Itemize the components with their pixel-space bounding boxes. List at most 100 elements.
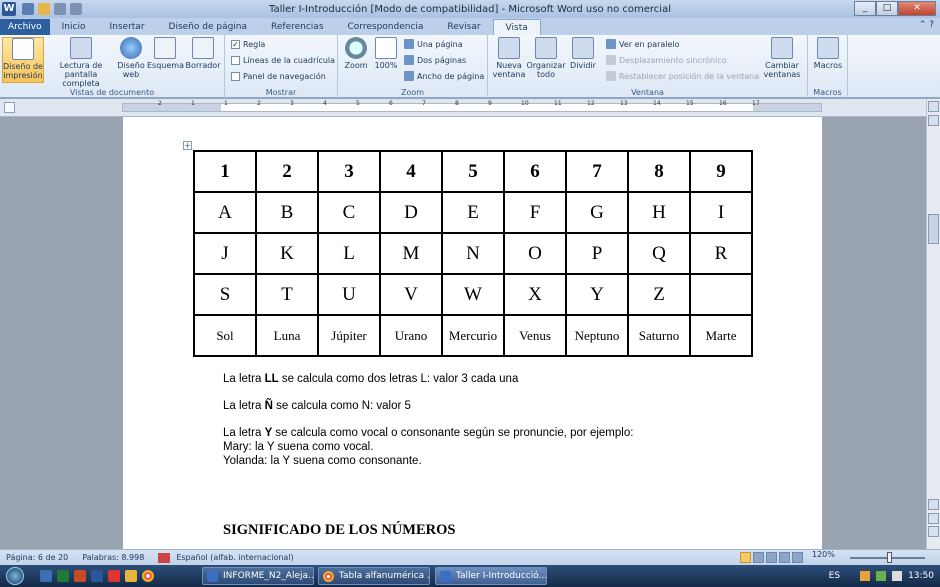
powerpoint-icon[interactable] — [74, 570, 86, 582]
undo-icon[interactable] — [54, 3, 66, 15]
paragraph-n[interactable]: La letra Ñ se calcula como N: valor 5 — [223, 400, 411, 413]
vertical-scrollbar[interactable] — [926, 99, 940, 549]
table-cell[interactable]: V — [379, 273, 443, 316]
table-cell[interactable]: K — [255, 232, 319, 275]
sync-scroll-button[interactable]: Desplazamiento sincrónico — [606, 55, 727, 65]
save-icon[interactable] — [22, 3, 34, 15]
table-cell[interactable]: D — [379, 191, 443, 234]
table-cell[interactable]: P — [565, 232, 629, 275]
arrange-all-button[interactable]: Organizar todo — [526, 37, 566, 79]
table-cell[interactable]: T — [255, 273, 319, 316]
tab-insertar[interactable]: Insertar — [97, 19, 156, 35]
tab-selector-icon[interactable] — [4, 102, 15, 113]
redo-icon[interactable] — [70, 3, 82, 15]
table-cell[interactable]: Marte — [689, 314, 753, 357]
table-cell[interactable]: W — [441, 273, 505, 316]
start-button[interactable] — [0, 565, 30, 587]
taskbar-item-informe[interactable]: INFORME_N2_Aleja... — [202, 567, 314, 585]
draft-view-icon[interactable] — [792, 552, 803, 563]
side-by-side-button[interactable]: Ver en paralelo — [606, 39, 680, 49]
tab-correspondencia[interactable]: Correspondencia — [336, 19, 436, 35]
open-icon[interactable] — [38, 3, 50, 15]
table-cell[interactable]: F — [503, 191, 567, 234]
table-cell[interactable]: Saturno — [627, 314, 691, 357]
macros-button[interactable]: Macros — [812, 37, 844, 70]
web-layout-button[interactable]: Diseño web — [116, 37, 146, 79]
table-cell[interactable]: X — [503, 273, 567, 316]
switch-windows-button[interactable]: Cambiar ventanas — [760, 37, 804, 79]
paragraph-yolanda[interactable]: Yolanda: la Y suena como consonante. — [223, 455, 422, 468]
folder-icon[interactable] — [125, 570, 137, 582]
table-cell[interactable]: R — [689, 232, 753, 275]
scroll-down-icon[interactable] — [928, 499, 939, 510]
table-cell[interactable]: 4 — [379, 150, 443, 193]
table-cell[interactable]: Neptuno — [565, 314, 629, 357]
nav-pane-checkbox[interactable]: Panel de navegación — [231, 72, 326, 81]
full-screen-reading-button[interactable]: Lectura de pantalla completa — [46, 37, 116, 88]
print-layout-button[interactable]: Diseño de impresión — [2, 37, 44, 83]
tab-inicio[interactable]: Inicio — [50, 19, 98, 35]
table-cell[interactable]: 2 — [255, 150, 319, 193]
scroll-up-icon[interactable] — [928, 115, 939, 126]
table-cell[interactable]: G — [565, 191, 629, 234]
table-cell[interactable]: Urano — [379, 314, 443, 357]
one-page-button[interactable]: Una página — [404, 39, 463, 49]
table-cell[interactable]: Y — [565, 273, 629, 316]
table-cell[interactable]: U — [317, 273, 381, 316]
zoom-level[interactable]: 120% — [812, 550, 835, 559]
maximize-button[interactable]: □ — [876, 1, 898, 16]
taskbar-item-taller[interactable]: Taller I-Introducció... — [435, 567, 547, 585]
tray-icon[interactable] — [860, 571, 871, 581]
table-cell[interactable]: L — [317, 232, 381, 275]
two-pages-button[interactable]: Dos páginas — [404, 55, 466, 65]
table-cell[interactable]: Q — [627, 232, 691, 275]
help-icon[interactable]: ⌃ ? — [919, 20, 934, 30]
paragraph-y[interactable]: La letra Y se calcula como vocal o conso… — [223, 427, 633, 440]
table-cell[interactable]: O — [503, 232, 567, 275]
table-cell[interactable]: 8 — [627, 150, 691, 193]
tab-vista[interactable]: Vista — [492, 19, 541, 35]
table-cell[interactable]: 3 — [317, 150, 381, 193]
table-cell[interactable]: M — [379, 232, 443, 275]
table-cell[interactable]: Júpiter — [317, 314, 381, 357]
scroll-thumb[interactable] — [928, 214, 939, 244]
table-cell[interactable]: 6 — [503, 150, 567, 193]
reset-position-button[interactable]: Restablecer posición de la ventana — [606, 71, 759, 81]
taskbar-item-tabla[interactable]: Tabla alfanumérica ... — [318, 567, 430, 585]
table-cell[interactable]: J — [193, 232, 257, 275]
horizontal-ruler[interactable]: 2 1 1 2 3 4 5 6 7 8 9 10 11 12 13 14 15 16 17 — [0, 99, 940, 117]
table-cell[interactable]: 7 — [565, 150, 629, 193]
language-indicator[interactable]: ES — [829, 571, 840, 581]
app-icon[interactable] — [108, 570, 120, 582]
table-cell[interactable]: 1 — [193, 150, 257, 193]
word-logo-icon[interactable]: W — [2, 2, 16, 16]
letter-number-table[interactable]: 1 2 3 4 5 6 7 8 9 A B C D E F G H I J K L M N O P Q R S T U V W X Y Z Sol Lu… — [193, 150, 753, 357]
desktop-icon[interactable] — [40, 570, 52, 582]
reading-view-icon[interactable] — [753, 552, 764, 563]
section-heading[interactable]: SIGNIFICADO DE LOS NÚMEROS — [223, 522, 455, 539]
outline-view-icon[interactable] — [779, 552, 790, 563]
paragraph-ll[interactable]: La letra LL se calcula como dos letras L… — [223, 373, 518, 386]
prev-page-icon[interactable] — [928, 513, 939, 524]
page-count[interactable]: Página: 6 de 20 — [6, 553, 68, 562]
table-cell[interactable]: I — [689, 191, 753, 234]
table-cell[interactable]: Z — [627, 273, 691, 316]
page-width-button[interactable]: Ancho de página — [404, 71, 484, 81]
zoom-slider-handle[interactable] — [887, 552, 892, 563]
outline-button[interactable]: Esquema — [147, 37, 184, 70]
table-cell[interactable]: Mercurio — [441, 314, 505, 357]
table-cell[interactable]: Sol — [193, 314, 257, 357]
table-cell[interactable]: S — [193, 273, 257, 316]
print-view-icon[interactable] — [740, 552, 751, 563]
minimize-button[interactable]: _ — [854, 1, 876, 16]
ruler-checkbox[interactable]: ✓ Regla — [231, 40, 265, 49]
word-icon[interactable] — [91, 570, 103, 582]
tab-referencias[interactable]: Referencias — [259, 19, 336, 35]
web-view-icon[interactable] — [766, 552, 777, 563]
tab-diseno-pagina[interactable]: Diseño de página — [157, 19, 260, 35]
table-cell[interactable]: H — [627, 191, 691, 234]
table-cell[interactable] — [689, 273, 753, 316]
document-page[interactable]: + 1 2 3 4 5 6 7 8 9 A B C D E F G H I J K L M N O P Q R S T U V W X Y Z Sol… — [123, 117, 822, 549]
table-cell[interactable]: N — [441, 232, 505, 275]
table-cell[interactable]: 5 — [441, 150, 505, 193]
